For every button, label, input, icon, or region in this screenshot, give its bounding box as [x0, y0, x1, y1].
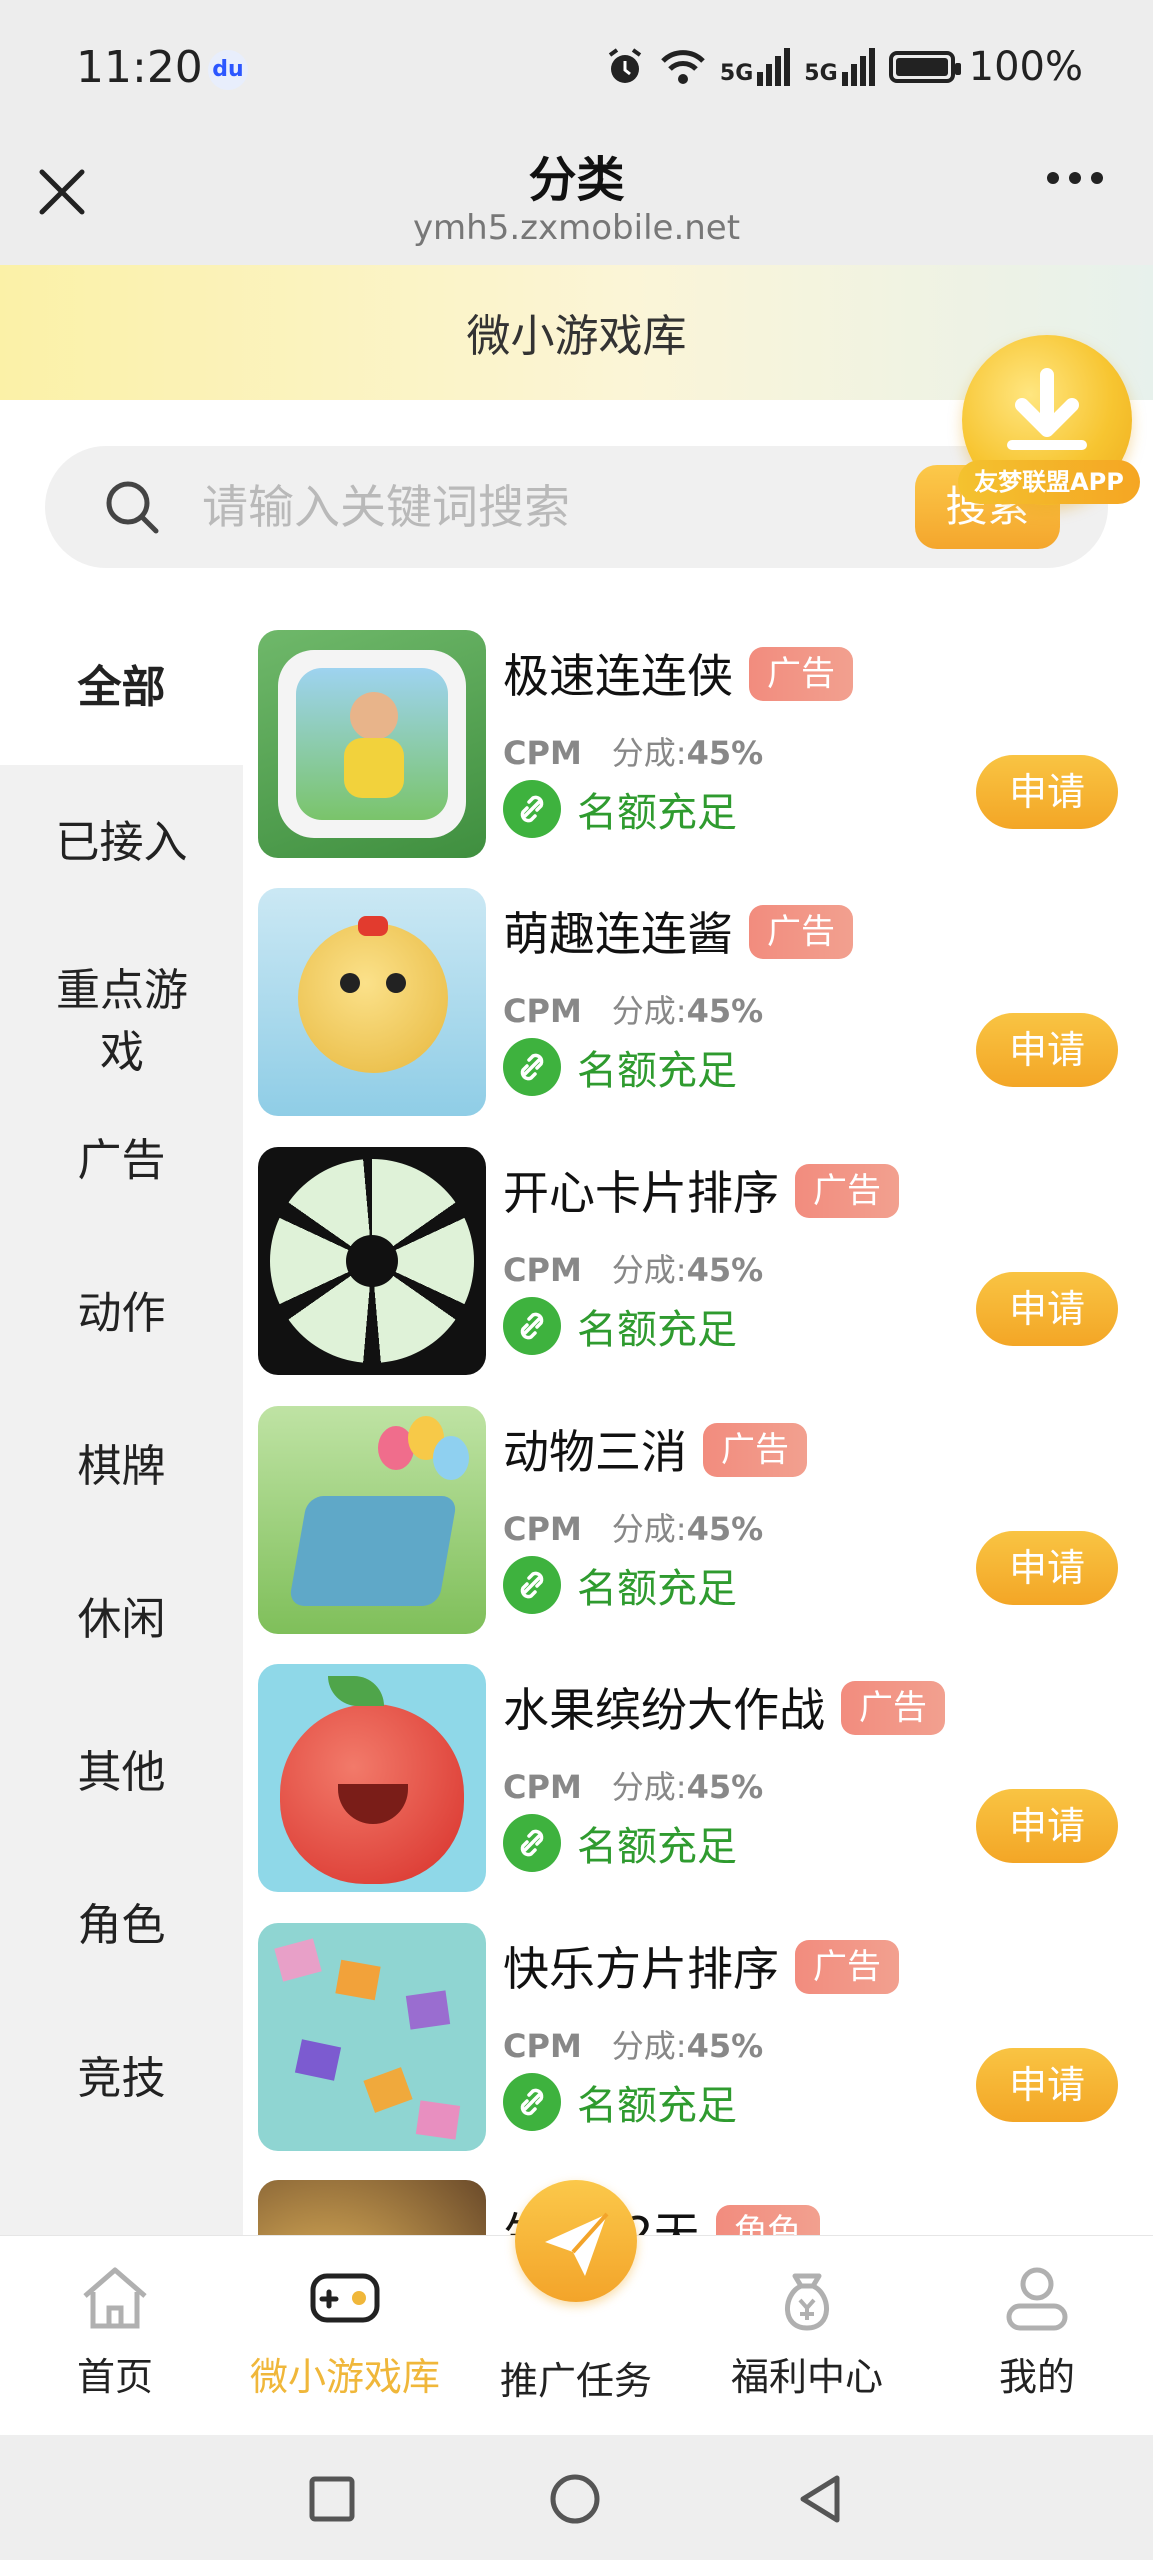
battery-icon [888, 51, 961, 83]
promotion-task-button[interactable] [515, 2180, 637, 2302]
link-icon [503, 1814, 561, 1872]
money-bag-icon [785, 2273, 829, 2331]
tab-home[interactable]: 首页 [0, 2262, 230, 2401]
home-circle-icon[interactable] [548, 2472, 602, 2530]
sidebar-item-casual[interactable]: 休闲 [0, 1589, 243, 1651]
game-meta: CPM 分成:45% [503, 1768, 764, 1806]
status-icons: 5G 5G 100% [604, 42, 1083, 92]
apply-button[interactable]: 申请 [976, 1013, 1118, 1087]
role-tag: 角色 [715, 2204, 820, 2235]
home-icon [83, 2267, 147, 2329]
apply-button[interactable]: 申请 [976, 2048, 1118, 2122]
search-icon [100, 475, 164, 539]
download-app-label[interactable]: 友梦联盟APP [958, 460, 1140, 504]
game-meta: CPM 分成:45% [503, 1251, 764, 1289]
game-meta: CPM 分成:45% [503, 2027, 764, 2065]
game-meta: CPM 分成:45% [503, 992, 764, 1030]
ad-tag: 广告 [841, 1680, 945, 1735]
game-thumbnail [258, 1406, 486, 1634]
user-icon [1006, 2267, 1068, 2331]
apply-button[interactable]: 申请 [976, 755, 1118, 829]
quota-status: 名额充足 [503, 1038, 737, 1096]
tab-welfare-center[interactable]: 福利中心 [692, 2262, 922, 2401]
ad-tag: 广告 [749, 904, 853, 959]
game-thumbnail [258, 1664, 486, 1892]
tab-mine[interactable]: 我的 [922, 2262, 1152, 2401]
game-thumbnail [258, 630, 486, 858]
game-title: 极速连连侠 广告 [503, 640, 853, 707]
sidebar-item-other[interactable]: 其他 [0, 1742, 243, 1804]
sidebar-item-role[interactable]: 角色 [0, 1895, 243, 1957]
link-icon [503, 1556, 561, 1614]
game-title: 萌趣连连酱 广告 [503, 898, 853, 965]
category-sidebar: 全部 已接入 重点游戏 广告 动作 棋牌 休闲 其他 角色 竞技 [0, 610, 243, 2235]
tab-promotion-task-label[interactable]: 推广任务 [461, 2350, 691, 2405]
quota-status: 名额充足 [503, 2073, 737, 2131]
ad-tag: 广告 [795, 1163, 899, 1218]
game-meta: CPM 分成:45% [503, 734, 764, 772]
game-title: 快乐方片排序 广告 [503, 1933, 899, 2000]
sidebar-item-ads[interactable]: 广告 [0, 1130, 243, 1192]
sidebar-item-connected[interactable]: 已接入 [0, 765, 243, 920]
wifi-icon [661, 50, 705, 84]
recent-apps-icon[interactable] [307, 2474, 357, 2528]
sidebar-item-board[interactable]: 棋牌 [0, 1436, 243, 1498]
search-input[interactable] [200, 470, 904, 544]
paper-plane-icon [545, 2212, 609, 2276]
baidu-icon: du [208, 50, 248, 90]
game-title: 水果缤纷大作战 广告 [503, 1674, 945, 1741]
quota-status: 名额充足 [503, 1297, 737, 1355]
list-item[interactable]: 萌趣连连酱 广告 CPM 分成:45% 名额充足 申请 [258, 888, 1153, 1128]
game-thumbnail [258, 2180, 486, 2235]
sidebar-item-competitive[interactable]: 竞技 [0, 2048, 243, 2110]
status-time: 11:20 [76, 42, 203, 93]
quota-status: 名额充足 [503, 1556, 737, 1614]
game-meta: CPM 分成:45% [503, 1510, 764, 1548]
game-thumbnail [258, 1923, 486, 2151]
list-item[interactable]: 开心卡片排序 广告 CPM 分成:45% 名额充足 申请 [258, 1147, 1153, 1387]
list-item[interactable]: 生存12天角色 [258, 2180, 1153, 2235]
page-title: 分类 [528, 152, 625, 208]
sidebar-item-action[interactable]: 动作 [0, 1283, 243, 1345]
link-icon [503, 2073, 561, 2131]
ad-tag: 广告 [703, 1422, 807, 1477]
game-thumbnail [258, 1147, 486, 1375]
more-menu-icon[interactable] [1047, 172, 1103, 184]
apply-button[interactable]: 申请 [976, 1789, 1118, 1863]
game-thumbnail [258, 888, 486, 1116]
battery-level: 100% [968, 44, 1083, 90]
game-title: 开心卡片排序 广告 [503, 1157, 899, 1224]
tab-mini-games[interactable]: 微小游戏库 [230, 2262, 460, 2401]
apply-button[interactable]: 申请 [976, 1531, 1118, 1605]
sidebar-item-featured[interactable]: 重点游戏 [47, 960, 197, 1084]
ad-tag: 广告 [795, 1939, 899, 1994]
list-item[interactable]: 水果缤纷大作战 广告 CPM 分成:45% 名额充足 申请 [258, 1664, 1153, 1904]
apply-button[interactable]: 申请 [976, 1272, 1118, 1346]
quota-status: 名额充足 [503, 780, 737, 838]
ad-tag: 广告 [749, 646, 853, 701]
quota-status: 名额充足 [503, 1814, 737, 1872]
list-item[interactable]: 极速连连侠 广告 CPM 分成:45% 名额充足 申请 [258, 630, 1153, 870]
link-icon [503, 780, 561, 838]
alarm-icon [608, 48, 642, 83]
signal-5g-1: 5G [720, 48, 791, 86]
back-icon[interactable] [793, 2472, 847, 2530]
link-icon [503, 1038, 561, 1096]
list-item[interactable]: 快乐方片排序 广告 CPM 分成:45% 名额充足 申请 [258, 1923, 1153, 2163]
sidebar-item-all[interactable]: 全部 [0, 610, 243, 765]
signal-5g-2: 5G [804, 48, 875, 86]
game-title: 动物三消 广告 [503, 1416, 807, 1483]
list-item[interactable]: 动物三消 广告 CPM 分成:45% 名额充足 申请 [258, 1406, 1153, 1646]
page-url: ymh5.zxmobile.net [412, 208, 741, 248]
link-icon [503, 1297, 561, 1355]
gamepad-icon [310, 2273, 380, 2323]
